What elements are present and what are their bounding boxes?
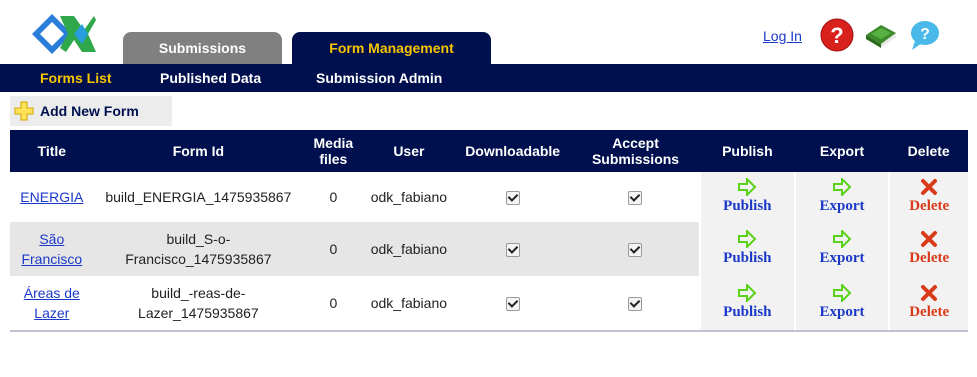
publish-button[interactable]: Publish xyxy=(699,222,795,276)
delete-button[interactable]: Delete xyxy=(888,172,968,222)
table-row: Áreas de Lazer build_-reas-de-Lazer_1475… xyxy=(10,276,968,332)
accept-submissions-checkbox[interactable] xyxy=(628,191,643,206)
cell-user: odk_fabiano xyxy=(363,276,455,332)
header: Submissions Form Management Log In ? ? xyxy=(0,0,977,64)
book-icon[interactable] xyxy=(863,17,899,53)
publish-label: Publish xyxy=(723,250,772,266)
arrow-right-icon xyxy=(833,230,852,248)
export-button[interactable]: Export xyxy=(793,222,890,276)
export-label: Export xyxy=(819,250,865,266)
x-delete-icon xyxy=(921,285,938,301)
downloadable-checkbox[interactable] xyxy=(505,243,520,258)
cell-media: 0 xyxy=(303,276,364,332)
forms-table: Title Form Id Media files User Downloada… xyxy=(10,130,968,332)
table-row: São Francisco build_S-o-Francisco_147593… xyxy=(10,222,968,276)
login-link[interactable]: Log In xyxy=(763,28,802,44)
chat-help-icon[interactable]: ? xyxy=(906,17,942,53)
cell-accept xyxy=(571,276,700,332)
col-delete: Delete xyxy=(889,130,968,172)
downloadable-checkbox[interactable] xyxy=(505,191,520,206)
delete-label: Delete xyxy=(909,198,950,214)
publish-label: Publish xyxy=(723,198,772,214)
delete-button[interactable]: Delete xyxy=(888,276,968,332)
col-media-files: Media files xyxy=(303,130,364,172)
col-downloadable: Downloadable xyxy=(454,130,572,172)
delete-button[interactable]: Delete xyxy=(888,222,968,276)
arrow-right-icon xyxy=(833,284,852,302)
cell-user: odk_fabiano xyxy=(363,172,455,222)
cell-title: São Francisco xyxy=(10,222,94,276)
delete-label: Delete xyxy=(909,304,950,320)
cell-downloadable xyxy=(454,172,572,222)
form-title-link[interactable]: ENERGIA xyxy=(20,189,83,205)
arrow-right-icon xyxy=(833,178,852,196)
cell-title: ENERGIA xyxy=(10,172,94,222)
cell-form-id: build_-reas-de-Lazer_1475935867 xyxy=(93,276,304,332)
nav-submission-admin[interactable]: Submission Admin xyxy=(316,64,442,92)
downloadable-checkbox[interactable] xyxy=(505,297,520,312)
cell-downloadable xyxy=(454,276,572,332)
help-icon[interactable]: ? xyxy=(819,17,855,53)
tab-submissions[interactable]: Submissions xyxy=(123,32,282,64)
cell-accept xyxy=(571,222,700,276)
col-form-id: Form Id xyxy=(93,130,304,172)
publish-label: Publish xyxy=(723,304,772,320)
arrow-right-icon xyxy=(738,230,757,248)
table-header-row: Title Form Id Media files User Downloada… xyxy=(10,130,968,172)
col-user: User xyxy=(363,130,455,172)
nav-forms-list[interactable]: Forms List xyxy=(40,64,112,92)
table-row: ENERGIA build_ENERGIA_1475935867 0 odk_f… xyxy=(10,172,968,222)
odk-logo xyxy=(32,14,96,54)
col-export: Export xyxy=(794,130,890,172)
cell-downloadable xyxy=(454,222,572,276)
arrow-right-icon xyxy=(738,284,757,302)
cell-accept xyxy=(571,172,700,222)
cell-media: 0 xyxy=(303,222,364,276)
svg-text:?: ? xyxy=(920,26,930,43)
plus-icon xyxy=(14,101,34,121)
cell-media: 0 xyxy=(303,172,364,222)
accept-submissions-checkbox[interactable] xyxy=(628,297,643,312)
export-label: Export xyxy=(819,198,865,214)
x-delete-icon xyxy=(921,231,938,247)
x-delete-icon xyxy=(921,179,938,195)
tab-form-management[interactable]: Form Management xyxy=(292,32,491,64)
publish-button[interactable]: Publish xyxy=(699,172,795,222)
cell-form-id: build_S-o-Francisco_1475935867 xyxy=(93,222,304,276)
publish-button[interactable]: Publish xyxy=(699,276,795,332)
export-label: Export xyxy=(819,304,865,320)
form-title-link[interactable]: Áreas de Lazer xyxy=(24,285,80,321)
col-title: Title xyxy=(10,130,94,172)
svg-text:?: ? xyxy=(830,23,843,48)
arrow-right-icon xyxy=(738,178,757,196)
delete-label: Delete xyxy=(909,250,950,266)
cell-title: Áreas de Lazer xyxy=(10,276,94,332)
col-publish: Publish xyxy=(700,130,795,172)
add-new-form-button[interactable]: Add New Form xyxy=(10,96,172,126)
nav-published-data[interactable]: Published Data xyxy=(160,64,261,92)
export-button[interactable]: Export xyxy=(793,172,890,222)
sub-nav: Forms List Published Data Submission Adm… xyxy=(0,64,977,92)
form-title-link[interactable]: São Francisco xyxy=(21,231,82,267)
col-accept-submissions: Accept Submissions xyxy=(571,130,700,172)
add-new-form-label: Add New Form xyxy=(40,103,139,119)
cell-user: odk_fabiano xyxy=(363,222,455,276)
cell-form-id: build_ENERGIA_1475935867 xyxy=(93,172,304,222)
accept-submissions-checkbox[interactable] xyxy=(628,243,643,258)
export-button[interactable]: Export xyxy=(793,276,890,332)
